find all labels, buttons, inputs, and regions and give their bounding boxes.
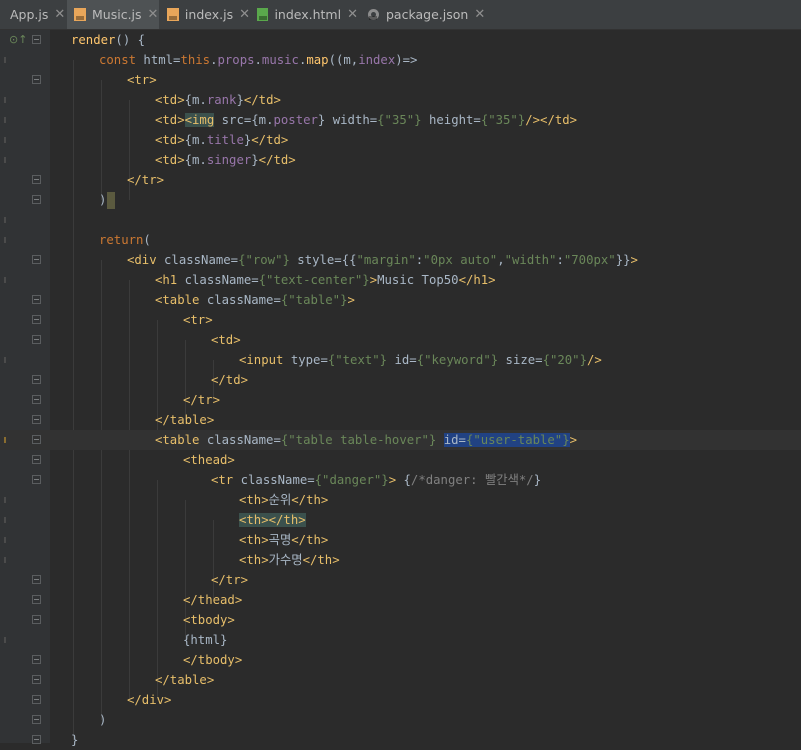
fold-icon[interactable] [32,175,41,184]
code-editor[interactable]: ⊙↑ render() { const html=this.props.musi… [0,30,801,747]
fold-icon[interactable] [32,595,41,604]
fold-icon[interactable] [32,315,41,324]
fold-icon[interactable] [32,295,41,304]
code-line-5: <td><img src={m.poster} width={"35"} hei… [0,110,801,130]
fold-icon[interactable] [32,475,41,484]
tab-label: package.json [386,7,469,22]
code-line-20: </table> [0,410,801,430]
close-icon[interactable]: ✕ [54,7,65,22]
fold-icon[interactable] [32,695,41,704]
code-line-24: <th>순위</th> [0,490,801,510]
code-line-25: <th></th> [0,510,801,530]
code-line-23: <tr className={"danger"}> {/*danger: 빨간색… [0,470,801,490]
tab-app-js[interactable]: App.js ✕ [0,0,65,29]
code-line-3: <tr> [0,70,801,90]
fold-icon[interactable] [32,335,41,344]
code-line-35: ) [0,710,801,730]
tab-music-js[interactable]: Music.js ✕ [67,0,159,29]
fold-icon[interactable] [32,675,41,684]
fold-icon[interactable] [32,435,41,444]
tab-index-html[interactable]: index.html ✕ [252,0,358,29]
close-icon[interactable]: ✕ [148,7,159,22]
code-line-34: </div> [0,690,801,710]
tab-package-json[interactable]: package.json ✕ [362,0,485,29]
code-line-16: <td> [0,330,801,350]
fold-icon[interactable] [32,255,41,264]
close-icon[interactable]: ✕ [474,7,485,22]
code-line-18: </td> [0,370,801,390]
code-line-30: <tbody> [0,610,801,630]
code-line-31: {html} [0,630,801,650]
fold-icon[interactable] [32,415,41,424]
js-file-icon [167,8,179,21]
code-line-21-current: <table className={"table table-hover"} i… [0,430,801,450]
fold-icon[interactable] [32,75,41,84]
html-file-icon [257,8,269,21]
tab-label: Music.js [92,7,142,22]
code-line-33: </table> [0,670,801,690]
tab-label: index.js [184,7,234,22]
editor-tab-bar: App.js ✕ Music.js ✕ index.js ✕ index.htm… [0,0,801,30]
fold-icon[interactable] [32,615,41,624]
code-line-7: <td>{m.singer}</td> [0,150,801,170]
code-line-10 [0,210,801,230]
json-file-icon [367,8,380,21]
code-line-22: <thead> [0,450,801,470]
fold-icon[interactable] [32,375,41,384]
code-line-4: <td>{m.rank}</td> [0,90,801,110]
code-line-15: <tr> [0,310,801,330]
fold-icon[interactable] [32,35,41,44]
code-line-17: <input type={"text"} id={"keyword"} size… [0,350,801,370]
fold-icon[interactable] [32,395,41,404]
code-line-6: <td>{m.title}</td> [0,130,801,150]
code-line-28: </tr> [0,570,801,590]
code-line-2: const html=this.props.music.map((m,index… [0,50,801,70]
close-icon[interactable]: ✕ [239,7,250,22]
code-line-36: } [0,730,801,750]
code-line-13: <h1 className={"text-center"}>Music Top5… [0,270,801,290]
code-line-11: return( [0,230,801,250]
js-file-icon [74,8,86,21]
tab-label: App.js [10,7,49,22]
fold-icon[interactable] [32,655,41,664]
tab-index-js[interactable]: index.js ✕ [162,0,250,29]
code-line-19: </tr> [0,390,801,410]
code-line-14: <table className={"table"}> [0,290,801,310]
fold-icon[interactable] [32,715,41,724]
code-line-12: <div className={"row"} style={{"margin":… [0,250,801,270]
close-icon[interactable]: ✕ [347,7,358,22]
code-line-27: <th>가수명</th> [0,550,801,570]
code-line-8: </tr> [0,170,801,190]
code-line-29: </thead> [0,590,801,610]
tab-label: index.html [274,7,342,22]
override-marker-icon[interactable]: ⊙↑ [9,33,27,46]
code-line-26: <th>곡명</th> [0,530,801,550]
fold-icon[interactable] [32,575,41,584]
code-line-32: </tbody> [0,650,801,670]
code-line-1: ⊙↑ render() { [9,33,146,47]
code-line-9: ) [0,190,801,210]
fold-icon[interactable] [32,195,41,204]
fold-icon[interactable] [32,455,41,464]
